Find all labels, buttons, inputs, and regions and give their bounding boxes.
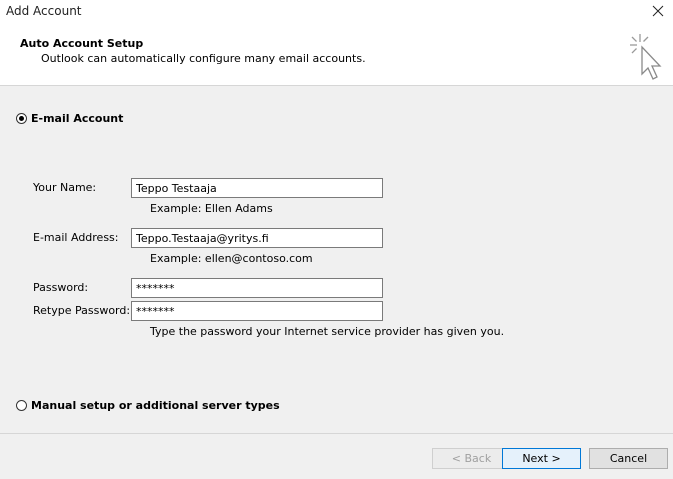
close-icon xyxy=(652,5,664,17)
cursor-click-icon xyxy=(630,34,662,80)
manual-setup-radio[interactable] xyxy=(16,400,27,411)
email-account-label[interactable]: E-mail Account xyxy=(31,112,123,125)
close-button[interactable] xyxy=(643,0,673,22)
retype-password-input[interactable] xyxy=(131,301,383,321)
retype-password-label: Retype Password: xyxy=(33,304,131,317)
header-title: Auto Account Setup xyxy=(20,37,144,50)
password-input[interactable] xyxy=(131,278,383,298)
your-name-example: Example: Ellen Adams xyxy=(150,202,273,215)
back-button[interactable]: < Back xyxy=(432,448,511,469)
email-address-label: E-mail Address: xyxy=(33,231,119,244)
email-address-example: Example: ellen@contoso.com xyxy=(150,252,313,265)
header-subtitle: Outlook can automatically configure many… xyxy=(41,52,366,65)
window-title: Add Account xyxy=(6,4,82,18)
next-button[interactable]: Next > xyxy=(502,448,581,469)
password-hint: Type the password your Internet service … xyxy=(150,325,505,338)
password-label: Password: xyxy=(33,281,89,294)
your-name-label: Your Name: xyxy=(33,181,97,194)
email-address-input[interactable] xyxy=(131,228,383,248)
your-name-input[interactable] xyxy=(131,178,383,198)
cancel-button[interactable]: Cancel xyxy=(589,448,668,469)
title-bar: Add Account xyxy=(0,0,673,26)
header-panel: Auto Account Setup Outlook can automatic… xyxy=(0,26,673,86)
email-account-radio[interactable] xyxy=(16,113,27,124)
footer-divider xyxy=(0,433,673,434)
manual-setup-label[interactable]: Manual setup or additional server types xyxy=(31,399,280,412)
